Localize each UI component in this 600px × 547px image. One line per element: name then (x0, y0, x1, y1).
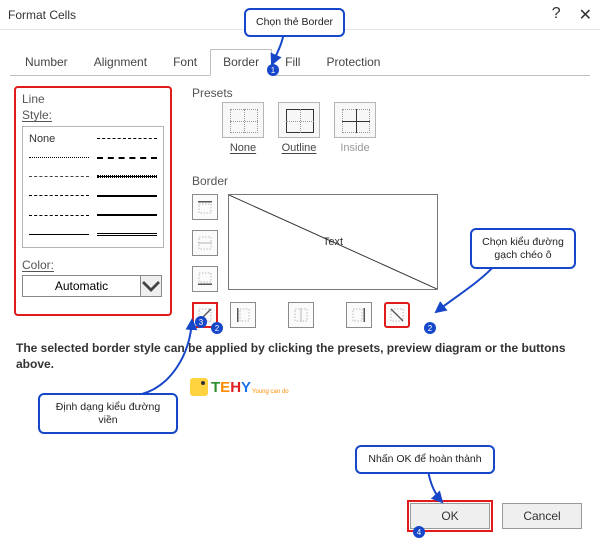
style-dash-dot[interactable] (97, 176, 157, 177)
style-dotted[interactable] (29, 157, 89, 158)
tehy-logo: TEHY Young can do (190, 378, 289, 396)
preset-inside[interactable]: Inside (334, 102, 376, 154)
dialog-title: Format Cells (8, 8, 76, 22)
tab-border[interactable]: Border (210, 49, 272, 76)
cancel-button[interactable]: Cancel (502, 503, 582, 529)
color-label: Color: (22, 258, 164, 272)
titlebar-buttons: ? ✕ (552, 5, 592, 25)
preset-outline[interactable]: Outline (278, 102, 320, 154)
logo-icon (190, 378, 208, 396)
style-label: Style: (22, 108, 164, 122)
logo-text: TEHY (211, 379, 251, 396)
tab-font[interactable]: Font (160, 49, 210, 76)
border-left-button[interactable] (230, 302, 256, 328)
badge-2b: 2 (424, 322, 436, 334)
callout-bottom: Nhấn OK để hoàn thành (355, 445, 495, 474)
dialog-buttons: OK Cancel (410, 503, 582, 529)
hint-text: The selected border style can be applied… (16, 340, 581, 372)
tab-alignment[interactable]: Alignment (81, 49, 160, 76)
close-button[interactable]: ✕ (579, 5, 592, 25)
badge-3: 3 (195, 316, 207, 328)
style-dash-2[interactable] (29, 195, 89, 196)
tab-strip: Number Alignment Font Border Fill Protec… (0, 48, 600, 75)
style-thin[interactable] (29, 234, 89, 235)
style-dashed-fine[interactable] (97, 138, 157, 139)
style-dash-3[interactable] (29, 215, 89, 216)
tab-protection[interactable]: Protection (313, 49, 393, 76)
logo-sub: Young can do (252, 389, 288, 395)
presets-header: Presets (192, 86, 233, 100)
preview-text: Text (323, 236, 343, 248)
badge-2a: 2 (211, 322, 223, 334)
border-right-button[interactable] (346, 302, 372, 328)
badge-1: 1 (267, 64, 279, 76)
style-medium[interactable] (97, 195, 157, 197)
style-dash-medium[interactable] (97, 157, 157, 159)
badge-4: 4 (413, 526, 425, 538)
line-group: Line Style: None Color: Automatic (14, 86, 172, 316)
presets-row: None Outline Inside (222, 102, 376, 154)
border-diag-up-button[interactable] (384, 302, 410, 328)
callout-right: Chọn kiểu đường gạch chéo ô (470, 228, 576, 269)
border-preview[interactable]: Text (228, 194, 438, 290)
tab-number[interactable]: Number (12, 49, 81, 76)
callout-top: Chọn thẻ Border (244, 8, 345, 37)
color-dropdown-icon[interactable] (140, 275, 162, 297)
style-none[interactable]: None (29, 133, 55, 145)
line-style-list[interactable]: None (22, 126, 164, 248)
border-middle-h-button[interactable] (192, 230, 218, 256)
line-header: Line (22, 92, 164, 106)
style-dash-thin[interactable] (29, 176, 89, 177)
border-header: Border (192, 174, 228, 188)
callout-left: Định dạng kiểu đường viền (38, 393, 178, 434)
preset-none[interactable]: None (222, 102, 264, 154)
border-middle-v-button[interactable] (288, 302, 314, 328)
color-value: Automatic (22, 275, 140, 297)
border-bottom-button[interactable] (192, 266, 218, 292)
border-top-button[interactable] (192, 194, 218, 220)
ok-button[interactable]: OK (410, 503, 490, 529)
style-thick[interactable] (97, 214, 157, 216)
color-select[interactable]: Automatic (22, 275, 162, 297)
help-button[interactable]: ? (552, 5, 561, 25)
style-double[interactable] (97, 233, 157, 236)
